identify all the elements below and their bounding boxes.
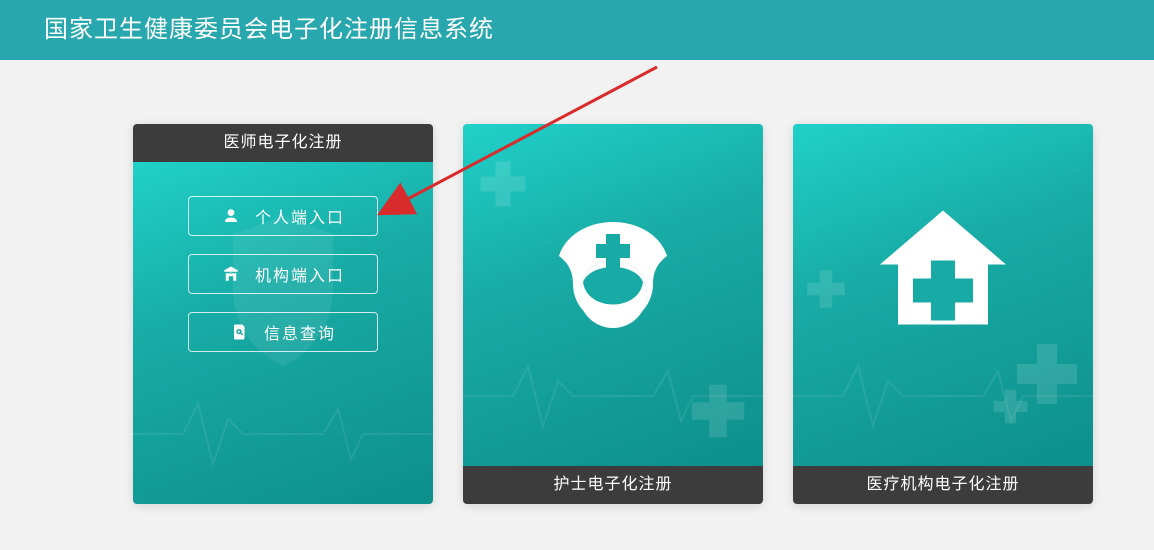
institution-entry-label: 机构端入口 xyxy=(255,262,345,286)
info-query-label: 信息查询 xyxy=(264,320,336,344)
personal-entry-button[interactable]: 个人端入口 xyxy=(188,196,378,236)
heartbeat-icon xyxy=(793,356,1093,436)
card-institution[interactable]: 医疗机构电子化注册 xyxy=(793,124,1093,504)
heartbeat-icon xyxy=(463,356,763,436)
search-icon xyxy=(230,322,250,342)
personal-entry-label: 个人端入口 xyxy=(255,204,345,228)
card-doctor: 医师电子化注册 个人端入口 xyxy=(133,124,433,504)
card-nurse[interactable]: 护士电子化注册 xyxy=(463,124,763,504)
card-doctor-title: 医师电子化注册 xyxy=(133,124,433,162)
medical-house-icon xyxy=(868,199,1018,349)
user-icon xyxy=(221,206,241,226)
institution-entry-button[interactable]: 机构端入口 xyxy=(188,254,378,294)
heartbeat-icon xyxy=(133,394,433,474)
cards-row: 医师电子化注册 个人端入口 xyxy=(133,124,1093,504)
card-doctor-body: 个人端入口 机构端入口 信息查询 xyxy=(133,162,433,504)
card-institution-body xyxy=(793,124,1093,466)
info-query-button[interactable]: 信息查询 xyxy=(188,312,378,352)
card-nurse-body xyxy=(463,124,763,466)
page-title: 国家卫生健康委员会电子化注册信息系统 xyxy=(0,0,1154,60)
card-institution-title: 医疗机构电子化注册 xyxy=(793,466,1093,504)
plus-icon xyxy=(801,264,851,314)
card-nurse-title: 护士电子化注册 xyxy=(463,466,763,504)
plus-icon xyxy=(473,154,533,214)
institution-icon xyxy=(221,264,241,284)
doctor-button-column: 个人端入口 机构端入口 信息查询 xyxy=(188,196,378,352)
nurse-cap-icon xyxy=(543,204,683,344)
